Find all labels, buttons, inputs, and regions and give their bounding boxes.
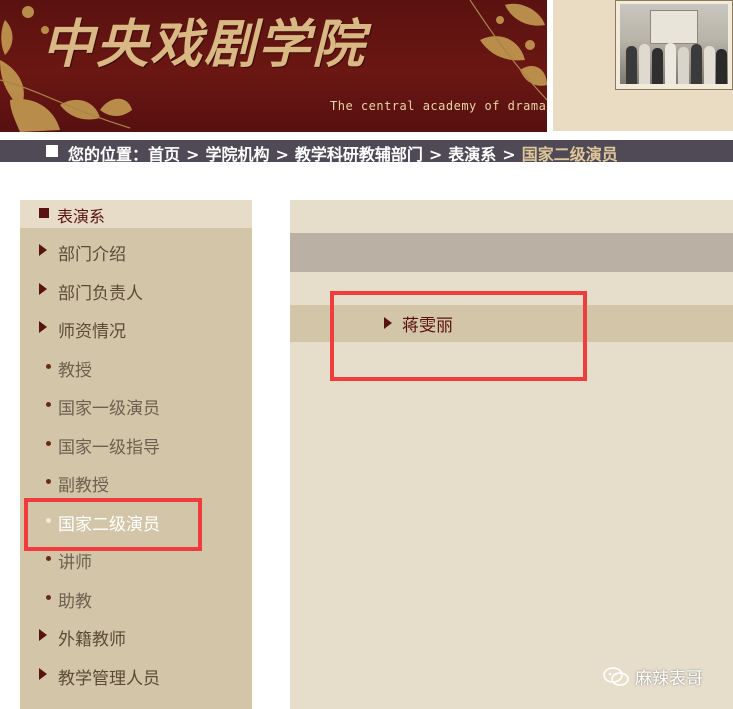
banner-title: 中央戏剧学院 [42,14,367,75]
sidebar-item-label: 部门负责人 [58,284,143,304]
breadcrumb-item-home[interactable]: 首页 [148,141,180,165]
breadcrumb-separator: > [502,145,516,164]
main-content: 蒋雯丽 [290,200,733,709]
sidebar-item-label: 外籍教师 [58,630,126,650]
sidebar-item-label: 助教 [58,592,92,612]
triangle-bullet-icon [39,244,47,256]
dot-bullet-icon [46,441,51,446]
breadcrumb-separator: > [275,145,289,164]
group-photo[interactable] [620,4,728,84]
sidebar-item-label: 教授 [58,361,92,381]
sidebar-item-professor[interactable]: 教授 [20,353,252,383]
sidebar-item-admin-staff[interactable]: 教学管理人员 [20,661,252,691]
breadcrumb-square-icon [46,145,58,157]
sidebar-item-label: 部门介绍 [58,245,126,265]
sidebar-item-dept-intro[interactable]: 部门介绍 [20,237,252,267]
content-header-bar [290,233,733,272]
breadcrumb-prefix: 您的位置： [68,145,149,164]
sidebar-item-label: 国家一级演员 [58,399,160,419]
dot-bullet-icon [46,479,51,484]
highlight-box-sidebar [24,498,202,551]
breadcrumb-item-acting[interactable]: 表演系 [448,141,496,165]
sidebar-item-faculty[interactable]: 师资情况 [20,314,252,344]
breadcrumb-item-institutions[interactable]: 学院机构 [205,141,269,165]
sidebar: 表演系 部门介绍 部门负责人 师资情况 教授 国家一级演员 国家一级指导 副教授… [20,200,252,709]
breadcrumb: 您的位置：首页 > 学院机构 > 教学科研教辅部门 > 表演系 > 国家二级演员 [68,141,618,165]
triangle-bullet-icon [39,283,47,295]
triangle-bullet-icon [39,668,47,680]
sidebar-item-national-actor-1[interactable]: 国家一级演员 [20,391,252,421]
breadcrumb-separator: > [186,145,200,164]
triangle-bullet-icon [39,629,47,641]
breadcrumb-current: 国家二级演员 [521,145,618,164]
sidebar-item-label: 国家一级指导 [58,438,160,458]
watermark: 麻辣表哥 [603,664,703,689]
dot-bullet-icon [46,595,51,600]
sidebar-item-foreign-teachers[interactable]: 外籍教师 [20,622,252,652]
banner-subtitle: The central academy of drama [330,99,547,113]
sidebar-item-label: 师资情况 [58,322,126,342]
breadcrumb-bar: 您的位置：首页 > 学院机构 > 教学科研教辅部门 > 表演系 > 国家二级演员 [0,140,733,165]
header-banner: 中央戏剧学院 The central academy of drama [0,0,733,135]
watermark-text: 麻辣表哥 [635,669,703,689]
sidebar-item-national-director-1[interactable]: 国家一级指导 [20,430,252,460]
sidebar-item-label: 教学管理人员 [58,669,160,689]
square-bullet-icon [39,208,49,218]
sidebar-item-label: 讲师 [58,553,92,573]
sidebar-heading: 表演系 [20,200,252,228]
highlight-box-content [330,291,587,381]
triangle-bullet-icon [39,321,47,333]
dot-bullet-icon [46,402,51,407]
banner-image: 中央戏剧学院 The central academy of drama [0,0,547,132]
sidebar-item-label: 副教授 [58,476,109,496]
sidebar-item-dept-head[interactable]: 部门负责人 [20,276,252,306]
sidebar-item-teaching-assistant[interactable]: 助教 [20,584,252,614]
sidebar-item-associate-professor[interactable]: 副教授 [20,468,252,498]
dot-bullet-icon [46,364,51,369]
breadcrumb-item-departments[interactable]: 教学科研教辅部门 [295,141,423,165]
dot-bullet-icon [46,556,51,561]
sidebar-heading-label: 表演系 [57,207,106,226]
breadcrumb-separator: > [428,145,443,164]
wechat-icon [603,666,629,686]
